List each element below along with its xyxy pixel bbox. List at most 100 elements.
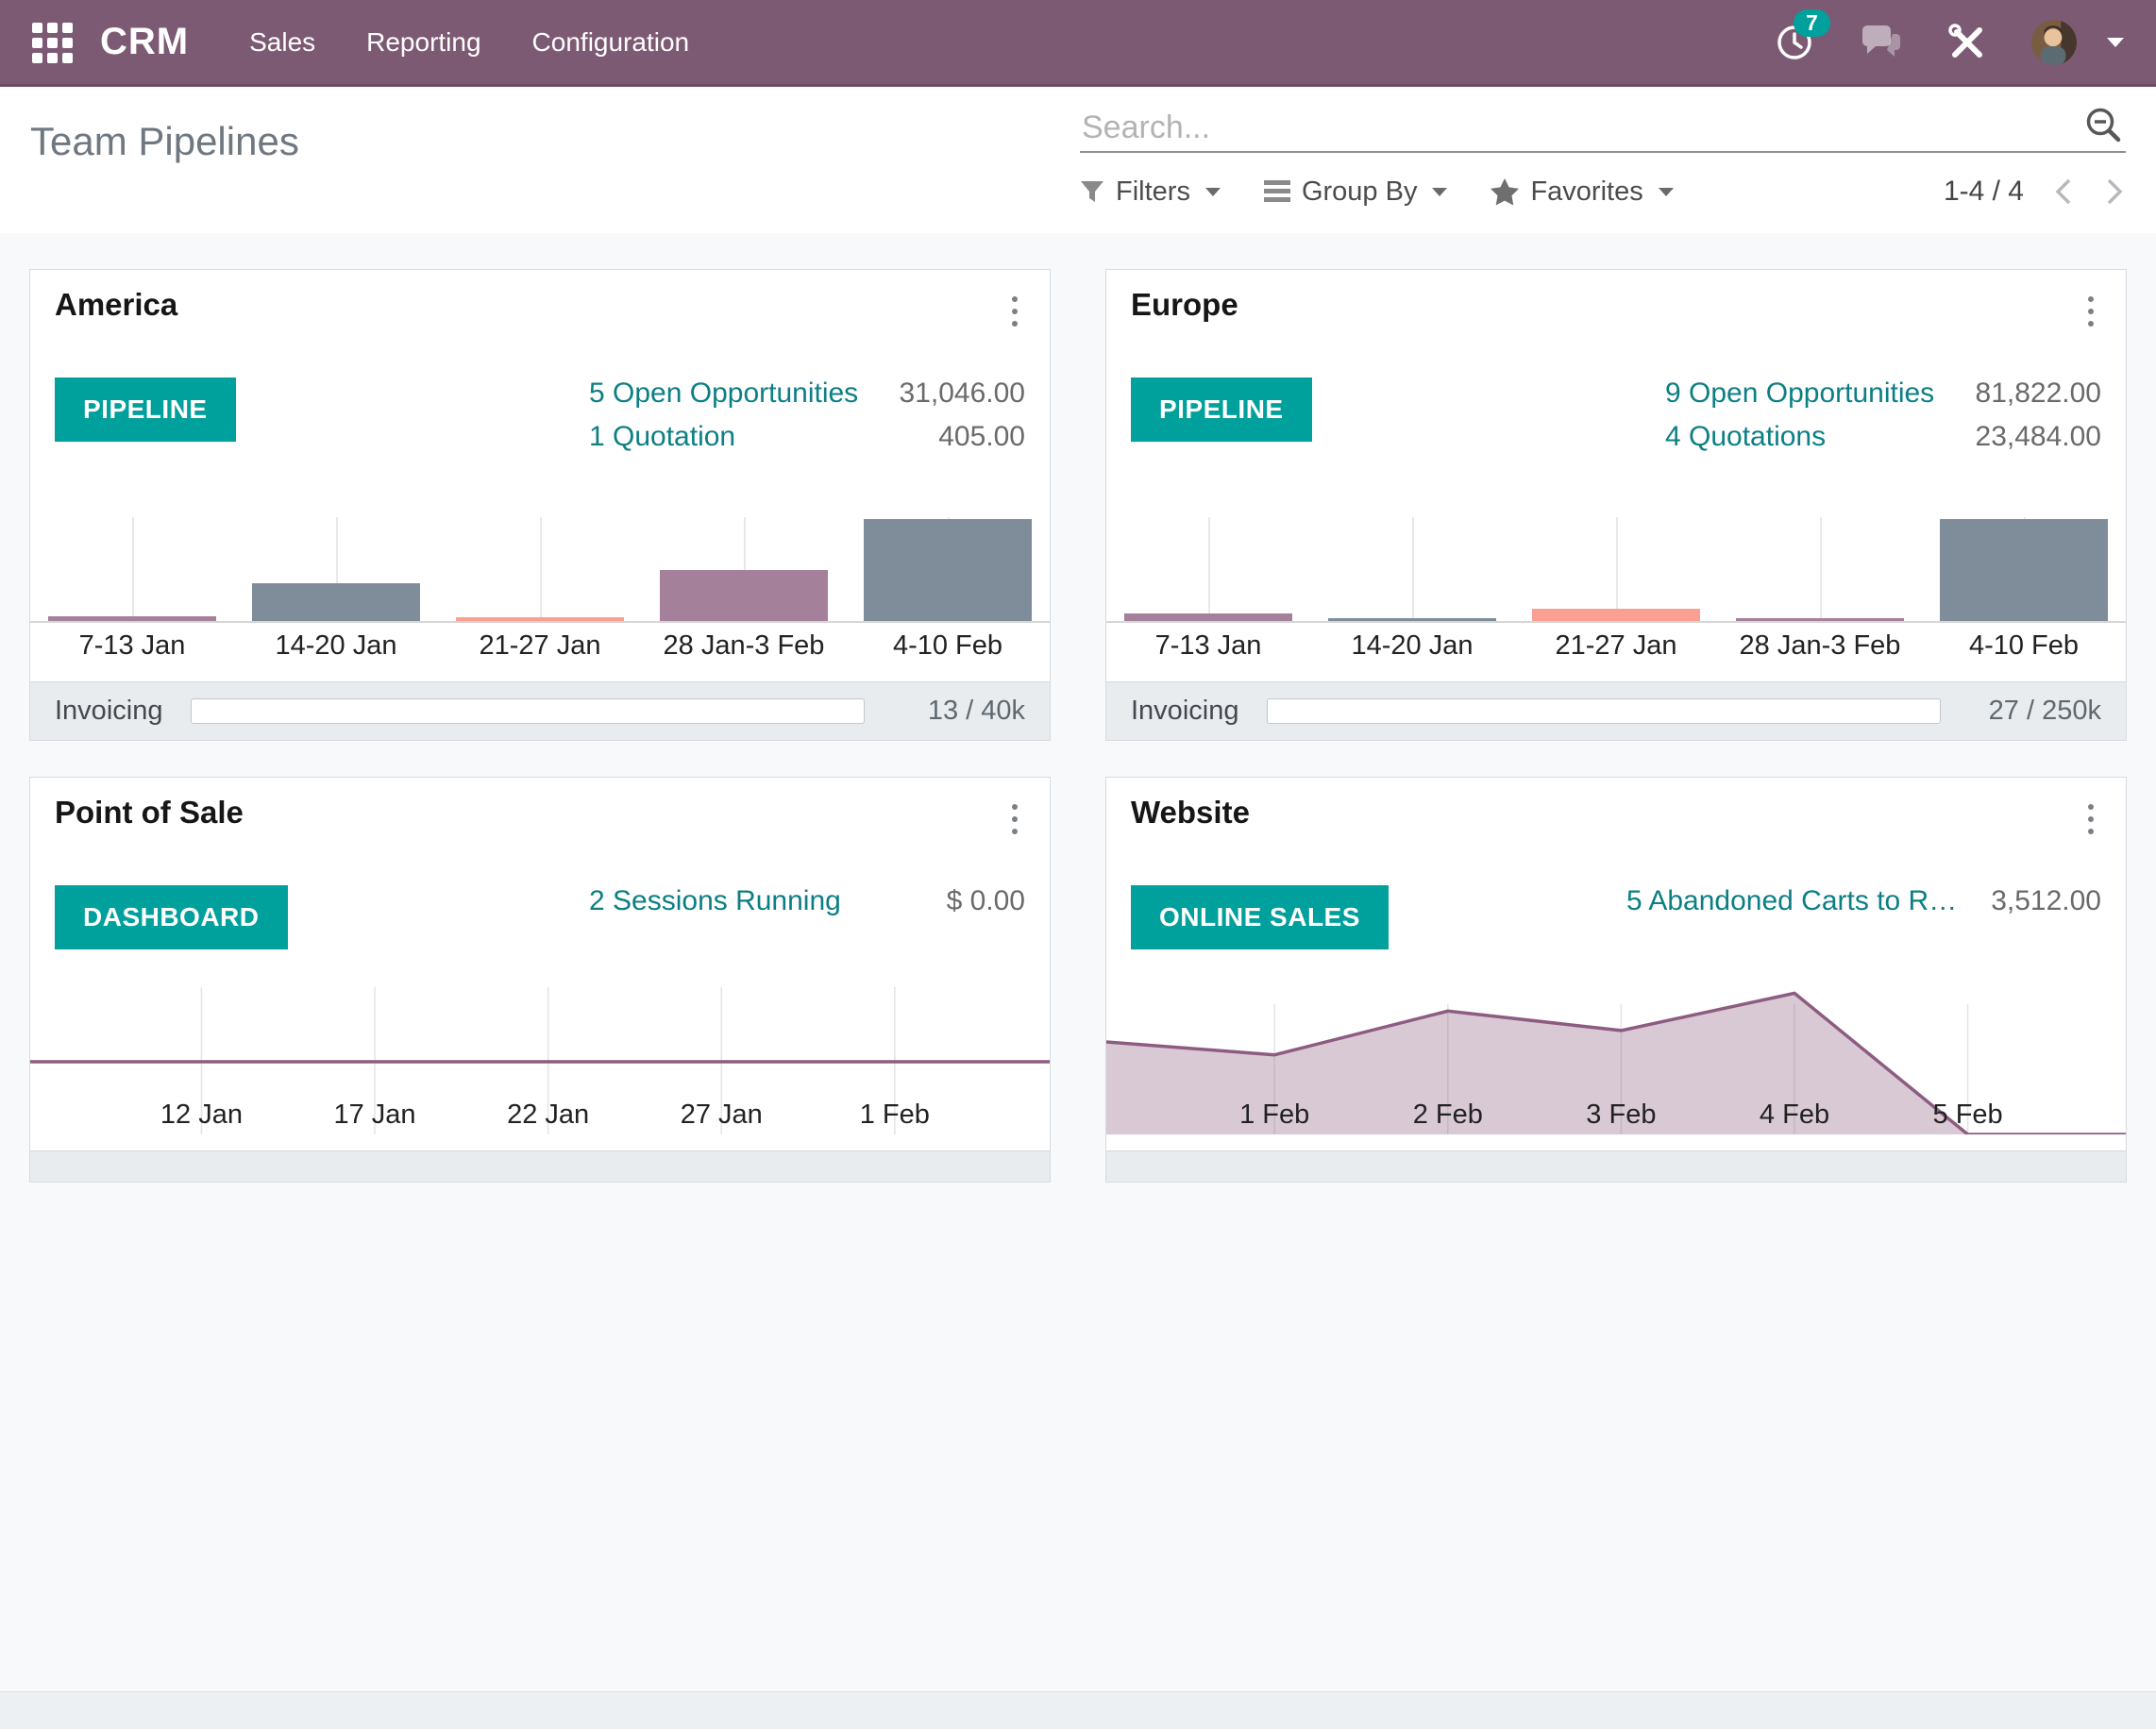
bar-28-jan-3-feb[interactable]	[660, 569, 828, 621]
dashboard-content: America PIPELINE 5 Open Opportunities 31…	[0, 233, 2156, 1729]
search-zoom-icon[interactable]	[2082, 104, 2126, 147]
top-nav-bar: CRM Sales Reporting Configuration 7	[0, 0, 2156, 87]
x-tick-label: 28 Jan-3 Feb	[663, 630, 825, 661]
abandoned-carts-link[interactable]: 5 Abandoned Carts to R…	[1626, 885, 1957, 917]
daily-sales-line-chart: 12 Jan 17 Jan 22 Jan 27 Jan 1 Feb	[30, 972, 1050, 1134]
kebab-menu-icon[interactable]	[1004, 795, 1025, 844]
invoicing-label: Invoicing	[55, 696, 163, 726]
menu-sales[interactable]: Sales	[249, 27, 315, 58]
bar-21-27-jan[interactable]	[1532, 608, 1700, 621]
avatar-image	[2031, 19, 2077, 65]
group-by-button[interactable]: Group By	[1263, 176, 1448, 208]
x-tick-label: 14-20 Jan	[1351, 630, 1474, 661]
stat-value: $ 0.00	[946, 885, 1025, 916]
user-menu-caret-icon[interactable]	[2107, 37, 2124, 47]
kebab-menu-icon[interactable]	[2080, 287, 2101, 336]
stat-row: 9 Open Opportunities 81,822.00	[1665, 378, 2101, 410]
x-tick-label: 28 Jan-3 Feb	[1739, 630, 1901, 661]
x-tick-label: 4-10 Feb	[1968, 630, 2080, 661]
pager-previous-icon[interactable]	[2052, 176, 2075, 208]
chart-plot	[1106, 502, 2126, 623]
invoicing-progressbar[interactable]	[1267, 698, 1941, 724]
invoicing-value: 27 / 250k	[1988, 696, 2101, 726]
stat-row: 2 Sessions Running $ 0.00	[589, 885, 1025, 917]
menu-configuration[interactable]: Configuration	[532, 27, 690, 58]
search-input[interactable]	[1080, 109, 2082, 147]
page-title: Team Pipelines	[30, 119, 299, 163]
activity-clock-icon[interactable]: 7	[1775, 8, 1830, 62]
pager-range: 1-4 / 4	[1943, 176, 2024, 207]
weekly-bar-chart: 7-13 Jan 14-20 Jan 21-27 Jan 28 Jan-3 Feb 4-…	[1106, 502, 2126, 662]
gridline	[540, 517, 542, 621]
filters-label: Filters	[1116, 176, 1190, 207]
invoicing-progressbar[interactable]	[191, 698, 865, 724]
debug-tools-button[interactable]	[1946, 22, 1988, 63]
bar-4-10-feb[interactable]	[864, 518, 1032, 621]
stat-value: 81,822.00	[1975, 378, 2101, 409]
favorites-caret-icon	[1658, 187, 1674, 196]
pipeline-button[interactable]: PIPELINE	[1131, 378, 1312, 442]
x-tick-label: 4-10 Feb	[892, 630, 1003, 661]
stat-value: 3,512.00	[1991, 885, 2101, 916]
user-avatar[interactable]	[2031, 19, 2077, 65]
card-point-of-sale: Point of Sale DASHBOARD 2 Sessions Runni…	[29, 777, 1051, 1183]
bar-28-jan-3-feb[interactable]	[1736, 617, 1904, 621]
stat-row: 5 Open Opportunities 31,046.00	[589, 378, 1025, 410]
card-europe: Europe PIPELINE 9 Open Opportunities 81,…	[1105, 269, 2127, 741]
bottom-strip	[0, 1691, 2156, 1729]
quotations-link[interactable]: 4 Quotations	[1665, 421, 1826, 453]
filters-button[interactable]: Filters	[1080, 176, 1221, 208]
bar-4-10-feb[interactable]	[1940, 518, 2108, 621]
bar-14-20-jan[interactable]	[1328, 617, 1496, 621]
app-name[interactable]: CRM	[100, 21, 189, 63]
chart-labels: 7-13 Jan 14-20 Jan 21-27 Jan 28 Jan-3 Feb 4-…	[30, 630, 1050, 662]
pager-next-icon[interactable]	[2103, 176, 2126, 208]
messages-button[interactable]	[1858, 23, 1903, 62]
favorites-button[interactable]: Favorites	[1491, 176, 1674, 208]
card-title: Website	[1131, 795, 1250, 830]
tools-icon	[1948, 23, 1982, 58]
invoicing-label: Invoicing	[1131, 696, 1239, 726]
bar-21-27-jan[interactable]	[456, 617, 624, 621]
control-panel: Team Pipelines Filters	[0, 87, 2156, 233]
card-website: Website ONLINE SALES 5 Abandoned Carts t…	[1105, 777, 2127, 1183]
gridline	[132, 517, 134, 621]
sessions-running-link[interactable]: 2 Sessions Running	[589, 885, 841, 917]
pipeline-button[interactable]: PIPELINE	[55, 378, 236, 442]
card-title: Point of Sale	[55, 795, 244, 830]
kebab-menu-icon[interactable]	[1004, 287, 1025, 336]
open-opportunities-link[interactable]: 5 Open Opportunities	[589, 378, 858, 410]
online-sales-button[interactable]: ONLINE SALES	[1131, 885, 1389, 949]
card-america: America PIPELINE 5 Open Opportunities 31…	[29, 269, 1051, 741]
star-icon	[1491, 177, 1520, 205]
filters-caret-icon	[1204, 187, 1221, 196]
stat-value: 405.00	[938, 421, 1025, 452]
group-by-label: Group By	[1301, 176, 1418, 207]
stat-row: 4 Quotations 23,484.00	[1665, 421, 2101, 453]
x-tick-label: 21-27 Jan	[479, 630, 601, 661]
quotation-link[interactable]: 1 Quotation	[589, 421, 735, 453]
card-title: America	[55, 287, 178, 322]
x-tick-label: 7-13 Jan	[78, 630, 186, 661]
search-box	[1080, 104, 2126, 153]
gridline	[1412, 517, 1414, 621]
gridline	[1616, 517, 1618, 621]
chart-labels: 7-13 Jan 14-20 Jan 21-27 Jan 28 Jan-3 Feb 4-…	[1106, 630, 2126, 662]
x-tick-label: 21-27 Jan	[1555, 630, 1677, 661]
group-by-icon	[1263, 180, 1290, 202]
open-opportunities-link[interactable]: 9 Open Opportunities	[1665, 378, 1934, 410]
x-tick-label: 14-20 Jan	[275, 630, 397, 661]
bar-7-13-jan[interactable]	[1124, 613, 1292, 621]
apps-grid-icon[interactable]	[32, 22, 73, 63]
kebab-menu-icon[interactable]	[2080, 795, 2101, 844]
dashboard-button[interactable]: DASHBOARD	[55, 885, 288, 949]
bar-14-20-jan[interactable]	[252, 582, 420, 621]
funnel-icon	[1081, 181, 1103, 202]
menu-reporting[interactable]: Reporting	[366, 27, 480, 58]
card-footer	[1106, 1150, 2126, 1182]
group-by-caret-icon	[1432, 187, 1448, 196]
bar-7-13-jan[interactable]	[48, 615, 216, 621]
invoicing-value: 13 / 40k	[927, 696, 1025, 726]
search-options: Filters Group By Favorites	[1080, 176, 1674, 208]
stat-value: 23,484.00	[1975, 421, 2101, 452]
